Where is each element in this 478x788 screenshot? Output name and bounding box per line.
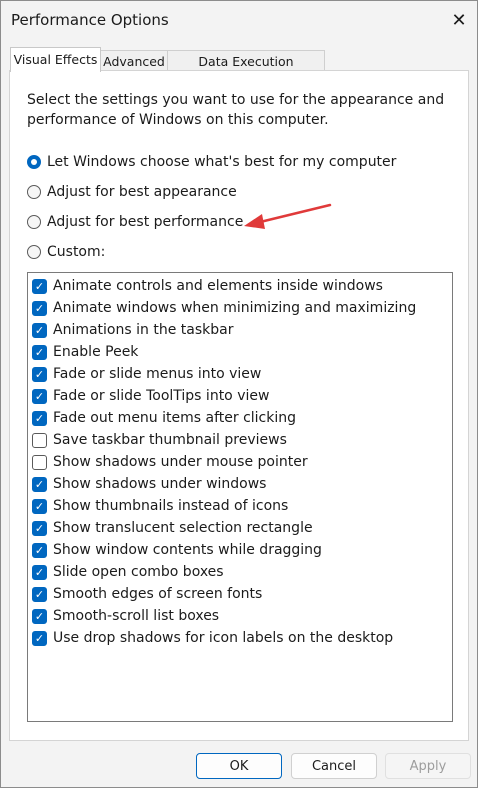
- effect-label: Animations in the taskbar: [53, 322, 234, 338]
- effect-label: Use drop shadows for icon labels on the …: [53, 630, 394, 646]
- effect-label: Show translucent selection rectangle: [53, 520, 313, 536]
- effect-label: Show shadows under windows: [53, 476, 267, 492]
- effect-fade-menus[interactable]: ✓ Fade or slide menus into view: [32, 363, 261, 385]
- effect-enable-peek[interactable]: ✓ Enable Peek: [32, 341, 138, 363]
- tab-visual-effects[interactable]: Visual Effects: [10, 47, 101, 72]
- effect-label: Smooth-scroll list boxes: [53, 608, 220, 624]
- checkbox-checked-icon[interactable]: ✓: [32, 366, 47, 382]
- checkbox-checked-icon[interactable]: ✓: [32, 630, 47, 646]
- effect-label: Smooth edges of screen fonts: [53, 586, 263, 602]
- effect-slide-combo-boxes[interactable]: ✓ Slide open combo boxes: [32, 561, 224, 583]
- effect-thumbnails-instead-icons[interactable]: ✓ Show thumbnails instead of icons: [32, 495, 288, 517]
- apply-button[interactable]: Apply: [385, 753, 471, 779]
- effect-label: Save taskbar thumbnail previews: [53, 432, 287, 448]
- checkbox-unchecked-icon[interactable]: [32, 454, 47, 470]
- checkbox-checked-icon[interactable]: ✓: [32, 520, 47, 536]
- checkbox-checked-icon[interactable]: ✓: [32, 542, 47, 558]
- checkbox-checked-icon[interactable]: ✓: [32, 300, 47, 316]
- option-label: Custom:: [47, 244, 106, 260]
- checkbox-checked-icon[interactable]: ✓: [32, 322, 47, 338]
- option-let-windows-choose[interactable]: Let Windows choose what's best for my co…: [27, 151, 396, 173]
- effect-label: Fade out menu items after clicking: [53, 410, 296, 426]
- cancel-button[interactable]: Cancel: [291, 753, 377, 779]
- effect-animate-windows[interactable]: ✓ Animate windows when minimizing and ma…: [32, 297, 416, 319]
- effect-window-contents-dragging[interactable]: ✓ Show window contents while dragging: [32, 539, 322, 561]
- checkbox-unchecked-icon[interactable]: [32, 432, 47, 448]
- effect-animations-taskbar[interactable]: ✓ Animations in the taskbar: [32, 319, 233, 341]
- checkbox-checked-icon[interactable]: ✓: [32, 498, 47, 514]
- visual-effects-panel: Select the settings you want to use for …: [9, 70, 469, 741]
- effect-smooth-font-edges[interactable]: ✓ Smooth edges of screen fonts: [32, 583, 262, 605]
- checkbox-checked-icon[interactable]: ✓: [32, 586, 47, 602]
- ok-button[interactable]: OK: [196, 753, 282, 779]
- effect-label: Animate windows when minimizing and maxi…: [53, 300, 417, 316]
- effect-translucent-selection[interactable]: ✓ Show translucent selection rectangle: [32, 517, 313, 539]
- radio-icon[interactable]: [27, 245, 41, 259]
- effect-smooth-scroll-lists[interactable]: ✓ Smooth-scroll list boxes: [32, 605, 219, 627]
- checkbox-checked-icon[interactable]: ✓: [32, 608, 47, 624]
- option-label: Let Windows choose what's best for my co…: [47, 154, 397, 170]
- effects-checklist[interactable]: ✓ Animate controls and elements inside w…: [27, 272, 453, 722]
- effect-save-thumbnail-previews[interactable]: Save taskbar thumbnail previews: [32, 429, 287, 451]
- effect-label: Enable Peek: [53, 344, 139, 360]
- checkbox-checked-icon[interactable]: ✓: [32, 388, 47, 404]
- effect-label: Slide open combo boxes: [53, 564, 224, 580]
- panel-description: Select the settings you want to use for …: [27, 92, 445, 128]
- effect-drop-shadows-icon-labels[interactable]: ✓ Use drop shadows for icon labels on th…: [32, 627, 393, 649]
- effect-label: Fade or slide ToolTips into view: [53, 388, 270, 404]
- checkbox-checked-icon[interactable]: ✓: [32, 476, 47, 492]
- dialog-title: Performance Options: [11, 11, 169, 29]
- option-best-appearance[interactable]: Adjust for best appearance: [27, 181, 237, 203]
- effect-label: Animate controls and elements inside win…: [53, 278, 383, 294]
- radio-icon[interactable]: [27, 215, 41, 229]
- close-icon: ✕: [451, 9, 467, 31]
- radio-icon[interactable]: [27, 185, 41, 199]
- effect-fade-out-menu-items[interactable]: ✓ Fade out menu items after clicking: [32, 407, 296, 429]
- option-best-performance[interactable]: Adjust for best performance: [27, 211, 243, 233]
- radio-selected-icon[interactable]: [27, 155, 41, 169]
- effect-label: Show shadows under mouse pointer: [53, 454, 308, 470]
- option-label: Adjust for best appearance: [47, 184, 237, 200]
- option-label: Adjust for best performance: [47, 214, 244, 230]
- tab-advanced[interactable]: Advanced: [100, 50, 168, 71]
- close-button[interactable]: ✕: [441, 1, 477, 39]
- checkbox-checked-icon[interactable]: ✓: [32, 278, 47, 294]
- effect-shadows-mouse-pointer[interactable]: Show shadows under mouse pointer: [32, 451, 308, 473]
- checkbox-checked-icon[interactable]: ✓: [32, 564, 47, 580]
- option-custom[interactable]: Custom:: [27, 241, 105, 263]
- checkbox-checked-icon[interactable]: ✓: [32, 344, 47, 360]
- checkbox-checked-icon[interactable]: ✓: [32, 410, 47, 426]
- tab-data-execution-prevention[interactable]: Data Execution Prevention: [167, 50, 325, 90]
- effect-label: Show window contents while dragging: [53, 542, 322, 558]
- effect-label: Fade or slide menus into view: [53, 366, 262, 382]
- effect-label: Show thumbnails instead of icons: [53, 498, 289, 514]
- effect-animate-controls[interactable]: ✓ Animate controls and elements inside w…: [32, 275, 383, 297]
- effect-shadows-windows[interactable]: ✓ Show shadows under windows: [32, 473, 266, 495]
- effect-fade-tooltips[interactable]: ✓ Fade or slide ToolTips into view: [32, 385, 269, 407]
- performance-options-dialog: Performance Options ✕ Visual Effects Adv…: [0, 0, 478, 788]
